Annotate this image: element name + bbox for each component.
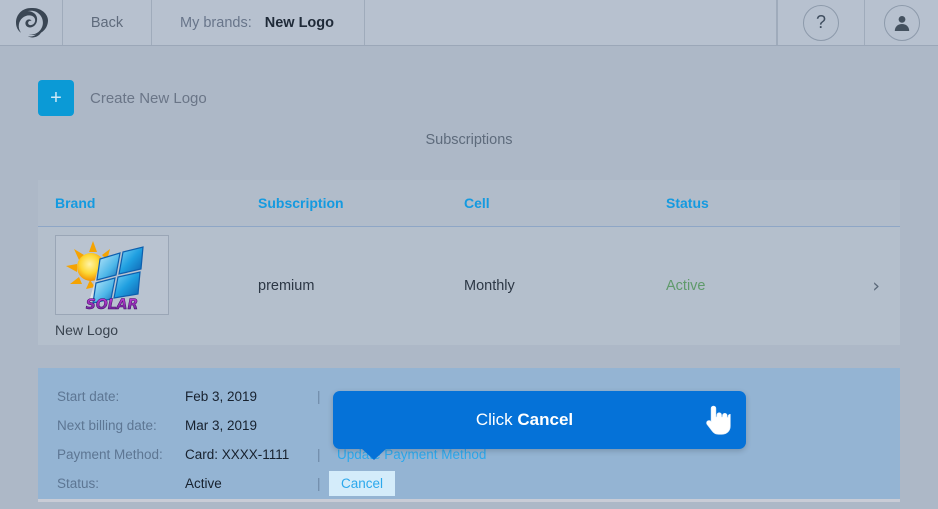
subscriptions-table: Brand Subscription Cell Status SOLAR New… <box>38 180 900 345</box>
svg-text:SOLAR: SOLAR <box>86 297 139 311</box>
brand-cell: SOLAR New Logo <box>38 234 258 338</box>
next-billing-date-value: Mar 3, 2019 <box>185 418 258 433</box>
status-badge: Active <box>666 278 706 294</box>
tooltip-text: Click Cancel <box>333 410 688 430</box>
column-header-subscription[interactable]: Subscription <box>258 195 464 211</box>
my-brands-label: My brands: <box>180 14 252 31</box>
app-root: Back My brands: New Logo ? + Create New … <box>0 0 938 509</box>
status-value: Active <box>185 476 222 491</box>
coach-mark-tooltip: Click Cancel <box>333 391 746 460</box>
cell-subscription: premium <box>258 278 315 294</box>
detail-row-status: Status: Active | Cancel <box>57 469 900 498</box>
column-header-brand[interactable]: Brand <box>38 195 258 211</box>
user-avatar-icon <box>883 4 920 41</box>
app-logo[interactable] <box>0 0 63 45</box>
cell-billing-cycle: Monthly <box>464 278 515 294</box>
top-navigation-bar: Back My brands: New Logo ? <box>0 0 938 46</box>
start-date-label: Start date: <box>57 389 120 404</box>
create-new-logo-row: + Create New Logo <box>38 80 207 116</box>
update-payment-method-link[interactable]: Update Payment Method <box>337 447 486 462</box>
table-row[interactable]: SOLAR New Logo premium Monthly Active › <box>38 227 900 345</box>
back-button-label: Back <box>90 14 124 31</box>
help-button[interactable]: ? <box>777 0 865 45</box>
back-button[interactable]: Back <box>63 0 152 45</box>
user-account-button[interactable] <box>865 0 938 45</box>
status-label: Status: <box>57 476 100 491</box>
tooltip-text-prefix: Click <box>475 410 518 429</box>
topbar-spacer <box>365 0 777 45</box>
tooltip-arrow <box>361 448 387 460</box>
table-header-row: Brand Subscription Cell Status <box>38 180 900 227</box>
help-glyph: ? <box>815 12 826 32</box>
plus-icon: + <box>50 87 62 109</box>
next-billing-date-label: Next billing date: <box>57 418 157 433</box>
question-mark-icon: ? <box>803 4 839 41</box>
chevron-right-icon[interactable]: › <box>862 275 900 297</box>
tooltip-text-bold: Cancel <box>517 410 574 429</box>
column-header-cell[interactable]: Cell <box>464 195 666 211</box>
payment-method-value: Card: XXXX-1111 <box>185 447 290 462</box>
my-brands-selector[interactable]: My brands: New Logo <box>152 0 365 45</box>
brand-name-label: New Logo <box>55 321 119 338</box>
cancel-link[interactable]: Cancel <box>329 471 396 496</box>
swirl-logo-icon <box>14 6 48 40</box>
pointing-hand-cursor-icon <box>688 404 746 436</box>
payment-method-label: Payment Method: <box>57 447 163 462</box>
my-brands-current-value: New Logo <box>264 14 335 31</box>
create-new-logo-label[interactable]: Create New Logo <box>90 90 207 107</box>
detail-separator: | <box>317 447 321 462</box>
column-header-status[interactable]: Status <box>666 195 862 211</box>
page-title: Subscriptions <box>425 132 513 148</box>
brand-logo-thumbnail[interactable]: SOLAR <box>55 234 169 315</box>
start-date-value: Feb 3, 2019 <box>185 389 258 404</box>
create-new-logo-button[interactable]: + <box>38 80 74 116</box>
